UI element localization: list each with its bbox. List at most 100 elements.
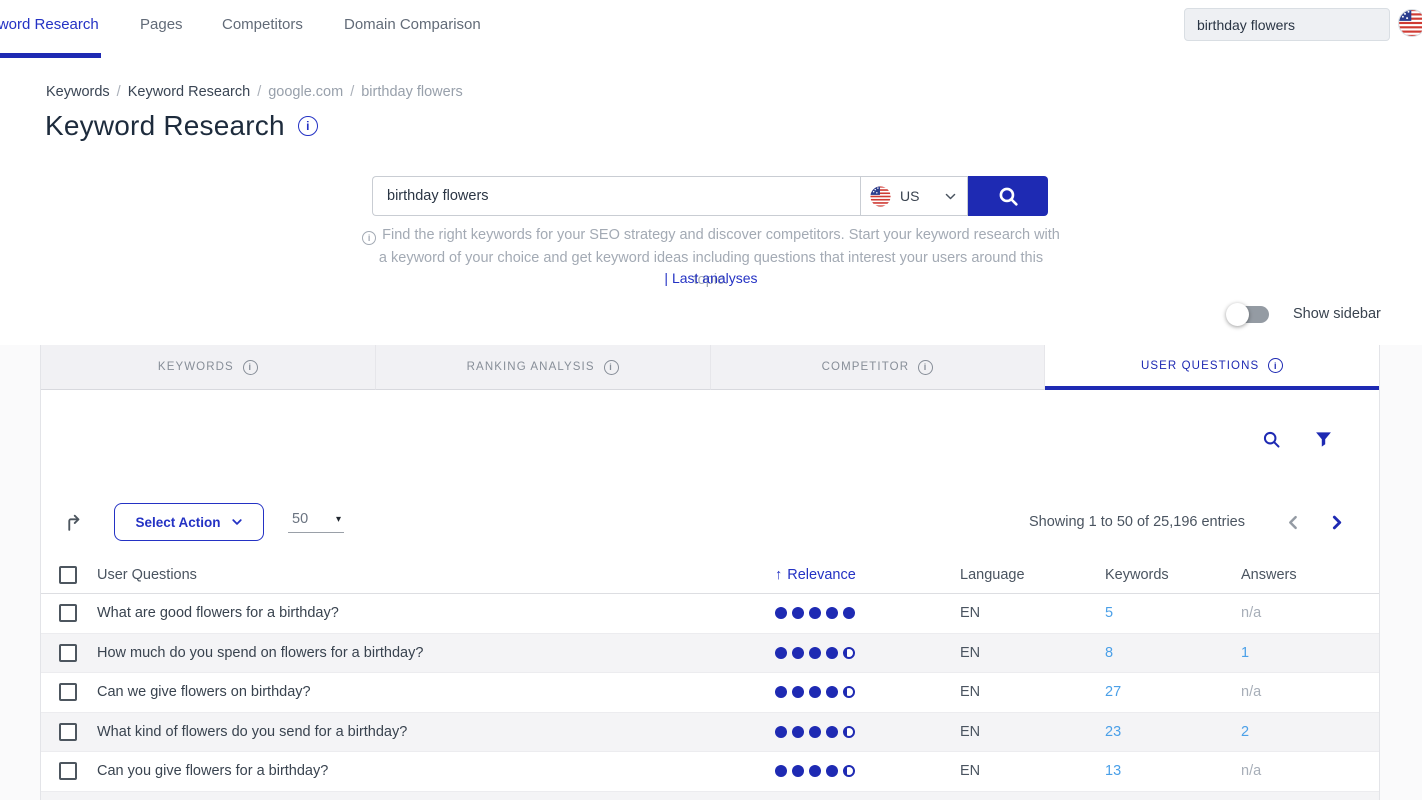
answers-count-link[interactable]: 2 xyxy=(1241,724,1249,740)
language-cell: EN xyxy=(920,645,1065,661)
breadcrumb: Keywords/Keyword Research/google.com/bir… xyxy=(46,84,463,100)
keywords-count-link[interactable]: 23 xyxy=(1105,724,1121,740)
keywords-count-link[interactable]: 8 xyxy=(1105,645,1113,661)
answers-cell: 1 xyxy=(1203,645,1379,661)
relevance-dot xyxy=(826,686,838,698)
topnav-search-box[interactable]: birthday flowers xyxy=(1184,8,1390,41)
country-selector[interactable]: US xyxy=(860,176,968,216)
answers-count-link[interactable]: 1 xyxy=(1241,645,1249,661)
question-cell[interactable]: What kind of flowers do you send for a b… xyxy=(97,724,735,740)
tab-competitor[interactable]: COMPETITOR xyxy=(711,345,1046,390)
page-size-select[interactable]: 50 ▾ xyxy=(288,511,344,533)
info-icon xyxy=(362,231,376,245)
filter-icon[interactable] xyxy=(1314,430,1333,449)
chevron-down-icon xyxy=(944,190,957,203)
search-button[interactable] xyxy=(968,176,1048,216)
question-cell[interactable]: Can you give flowers for a birthday? xyxy=(97,763,735,779)
nav-item-pages[interactable]: Pages xyxy=(140,16,183,33)
nav-item-keyword-research[interactable]: Keyword Research xyxy=(0,16,99,33)
prev-page-button[interactable] xyxy=(1287,515,1300,530)
keywords-count-link[interactable]: 5 xyxy=(1105,605,1113,621)
row-checkbox[interactable] xyxy=(59,723,77,741)
table-body: What are good flowers for a birthday? EN 5… xyxy=(41,594,1379,792)
keywords-cell: 13 xyxy=(1065,763,1203,779)
relevance-cell xyxy=(735,647,920,659)
chevron-down-icon xyxy=(231,516,243,528)
us-flag-icon[interactable] xyxy=(1398,9,1422,37)
question-cell[interactable]: How much do you spend on flowers for a b… xyxy=(97,645,735,661)
tab-bar: KEYWORDSRANKING ANALYSIS COMPETITOR USER Q… xyxy=(41,345,1379,390)
keyword-search-group: US xyxy=(372,176,1048,216)
relevance-dot xyxy=(809,607,821,619)
export-icon[interactable] xyxy=(63,511,86,534)
tab-keywords[interactable]: KEYWORDS xyxy=(41,345,376,390)
breadcrumb-item[interactable]: Keywords xyxy=(46,84,110,100)
table-search-icon[interactable] xyxy=(1261,429,1282,450)
relevance-cell xyxy=(735,765,920,777)
info-icon[interactable] xyxy=(604,360,619,375)
breadcrumb-item[interactable]: birthday flowers xyxy=(361,84,463,100)
row-checkbox[interactable] xyxy=(59,604,77,622)
relevance-dot xyxy=(826,726,838,738)
relevance-dot xyxy=(826,607,838,619)
breadcrumb-separator: / xyxy=(257,84,261,100)
info-icon[interactable] xyxy=(1268,358,1283,373)
relevance-dot xyxy=(843,765,855,777)
question-cell[interactable]: What are good flowers for a birthday? xyxy=(97,605,735,621)
answers-na: n/a xyxy=(1241,763,1261,779)
page-background-right xyxy=(1380,345,1422,800)
column-header-keywords[interactable]: Keywords xyxy=(1065,567,1203,583)
keywords-count-link[interactable]: 13 xyxy=(1105,763,1121,779)
relevance-dot xyxy=(775,765,787,777)
relevance-dot xyxy=(809,686,821,698)
answers-na: n/a xyxy=(1241,605,1261,621)
relevance-cell xyxy=(735,607,920,619)
keyword-search-input[interactable] xyxy=(372,176,860,216)
breadcrumb-item[interactable]: Keyword Research xyxy=(128,84,251,100)
question-cell[interactable]: Can we give flowers on birthday? xyxy=(97,684,735,700)
relevance-dot xyxy=(843,607,855,619)
country-code: US xyxy=(900,188,919,204)
search-icon xyxy=(996,184,1021,209)
info-icon[interactable] xyxy=(243,360,258,375)
tab-label: COMPETITOR xyxy=(822,361,909,373)
last-analyses-link[interactable]: | Last analyses xyxy=(361,270,1061,286)
language-cell: EN xyxy=(920,684,1065,700)
select-all-checkbox[interactable] xyxy=(59,566,77,584)
select-action-button[interactable]: Select Action xyxy=(114,503,264,541)
keywords-count-link[interactable]: 27 xyxy=(1105,684,1121,700)
column-header-relevance[interactable]: ↑Relevance xyxy=(775,567,856,583)
breadcrumb-item[interactable]: google.com xyxy=(268,84,343,100)
nav-item-competitors[interactable]: Competitors xyxy=(222,16,303,33)
relevance-dot xyxy=(792,726,804,738)
tab-user-questions[interactable]: USER QUESTIONS xyxy=(1045,345,1379,390)
info-icon[interactable] xyxy=(918,360,933,375)
tab-ranking-analysis[interactable]: RANKING ANALYSIS xyxy=(376,345,711,390)
table-header-row: User Questions ↑Relevance Language Keywo… xyxy=(41,556,1379,594)
relevance-dot xyxy=(809,647,821,659)
toggle-knob xyxy=(1226,303,1249,326)
page-title-info-icon[interactable] xyxy=(298,116,318,136)
row-checkbox[interactable] xyxy=(59,683,77,701)
answers-cell: n/a xyxy=(1203,605,1379,621)
table-row: What are good flowers for a birthday?EN5… xyxy=(41,594,1379,634)
row-checkbox[interactable] xyxy=(59,762,77,780)
relevance-dot xyxy=(826,765,838,777)
relevance-cell xyxy=(735,726,920,738)
keywords-cell: 5 xyxy=(1065,605,1203,621)
column-header-questions[interactable]: User Questions xyxy=(97,567,735,583)
relevance-dot xyxy=(775,726,787,738)
keywords-cell: 27 xyxy=(1065,684,1203,700)
relevance-dot xyxy=(809,726,821,738)
nav-item-domain-comparison[interactable]: Domain Comparison xyxy=(344,16,481,33)
answers-cell: n/a xyxy=(1203,763,1379,779)
table-row: How much do you spend on flowers for a b… xyxy=(41,634,1379,674)
table-row: Can we give flowers on birthday?EN27n/a xyxy=(41,673,1379,713)
row-checkbox[interactable] xyxy=(59,644,77,662)
page-background-left xyxy=(0,345,40,800)
active-nav-underline xyxy=(0,53,101,58)
column-header-language[interactable]: Language xyxy=(920,567,1065,583)
show-sidebar-toggle[interactable] xyxy=(1229,306,1269,323)
next-page-button[interactable] xyxy=(1330,515,1343,530)
column-header-answers[interactable]: Answers xyxy=(1203,567,1379,583)
